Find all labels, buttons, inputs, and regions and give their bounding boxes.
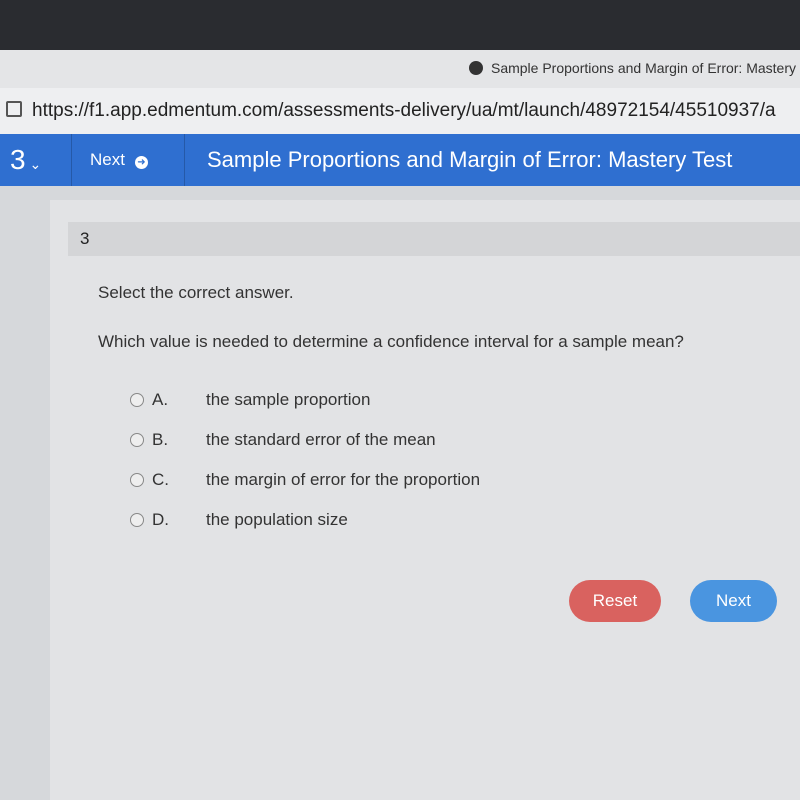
nav-next-label: Next bbox=[90, 150, 125, 169]
tab-title: Sample Proportions and Margin of Error: … bbox=[490, 60, 796, 76]
question-card: 3 Select the correct answer. Which value… bbox=[50, 200, 800, 800]
edge-icon bbox=[468, 61, 483, 75]
option-b[interactable]: B. the standard error of the mean bbox=[130, 430, 436, 450]
page-title: Sample Proportions and Margin of Error: … bbox=[207, 147, 733, 172]
nav-next-button[interactable]: Next ➜ bbox=[72, 134, 185, 186]
instruction: Select the correct answer. bbox=[98, 283, 294, 302]
question-number: 3 bbox=[10, 144, 26, 175]
option-text: the sample proportion bbox=[206, 390, 371, 409]
reset-button[interactable]: Reset bbox=[569, 580, 661, 622]
option-letter: C. bbox=[152, 470, 169, 489]
screen-bezel bbox=[0, 0, 800, 50]
arrow-right-icon: ➜ bbox=[134, 156, 148, 169]
next-button[interactable]: Next bbox=[690, 580, 777, 622]
option-text: the margin of error for the proportion bbox=[206, 470, 481, 489]
lock-icon bbox=[6, 101, 22, 117]
url-text: https://f1.app.edmentum.com/assessments-… bbox=[32, 100, 776, 121]
assessment-nav: 3 ⌄ Next ➜ Sample Proportions and Margin … bbox=[0, 134, 800, 186]
radio-button[interactable] bbox=[130, 473, 144, 487]
option-d[interactable]: D. the population size bbox=[130, 510, 348, 530]
tab-bar: Sample Proportions and Margin of Error: … bbox=[0, 50, 800, 88]
question-header: 3 bbox=[68, 222, 800, 256]
question-selector[interactable]: 3 ⌄ bbox=[0, 134, 72, 186]
option-letter: A. bbox=[152, 390, 169, 409]
option-a[interactable]: A. the sample proportion bbox=[130, 390, 370, 410]
question-text: Which value is needed to determine a con… bbox=[98, 332, 684, 351]
option-text: the population size bbox=[206, 510, 348, 529]
radio-button[interactable] bbox=[130, 393, 144, 407]
chevron-down-icon: ⌄ bbox=[25, 156, 42, 172]
radio-button[interactable] bbox=[130, 433, 144, 447]
option-text: the standard error of the mean bbox=[206, 430, 436, 449]
option-c[interactable]: C. the margin of error for the proportion bbox=[130, 470, 480, 490]
option-letter: D. bbox=[152, 510, 169, 529]
option-letter: B. bbox=[152, 430, 169, 449]
address-bar[interactable]: https://f1.app.edmentum.com/assessments-… bbox=[0, 88, 800, 134]
browser-tab[interactable]: Sample Proportions and Margin of Error: … bbox=[468, 60, 796, 76]
radio-button[interactable] bbox=[130, 513, 144, 527]
